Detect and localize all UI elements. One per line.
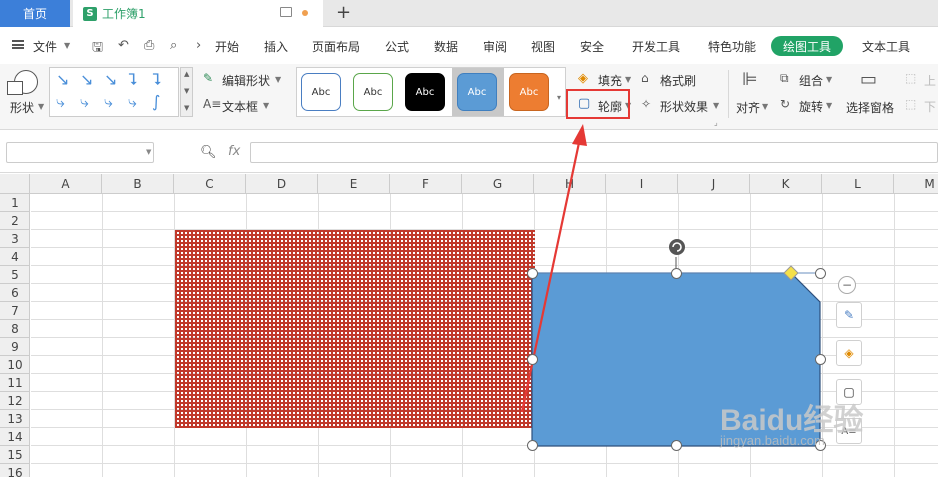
resize-handle-top-left[interactable] [527, 268, 538, 279]
resize-handle-top[interactable] [671, 268, 682, 279]
resize-handle-left[interactable] [527, 354, 538, 365]
resize-handle-bottom[interactable] [671, 440, 682, 451]
fill-bucket-icon[interactable]: ◈ [836, 340, 862, 366]
watermark: Baidu经验 jingyan.baidu.com [720, 395, 900, 455]
rotate-handle-icon [669, 239, 685, 255]
watermark-url: jingyan.baidu.com [720, 433, 825, 448]
collapse-icon[interactable]: − [838, 276, 856, 294]
style-brush-icon[interactable]: ✎ [836, 302, 862, 328]
resize-handle-right[interactable] [815, 354, 826, 365]
annotation-arrowhead [572, 124, 587, 146]
resize-handle-top-right[interactable] [815, 268, 826, 279]
resize-handle-bottom-left[interactable] [527, 440, 538, 451]
